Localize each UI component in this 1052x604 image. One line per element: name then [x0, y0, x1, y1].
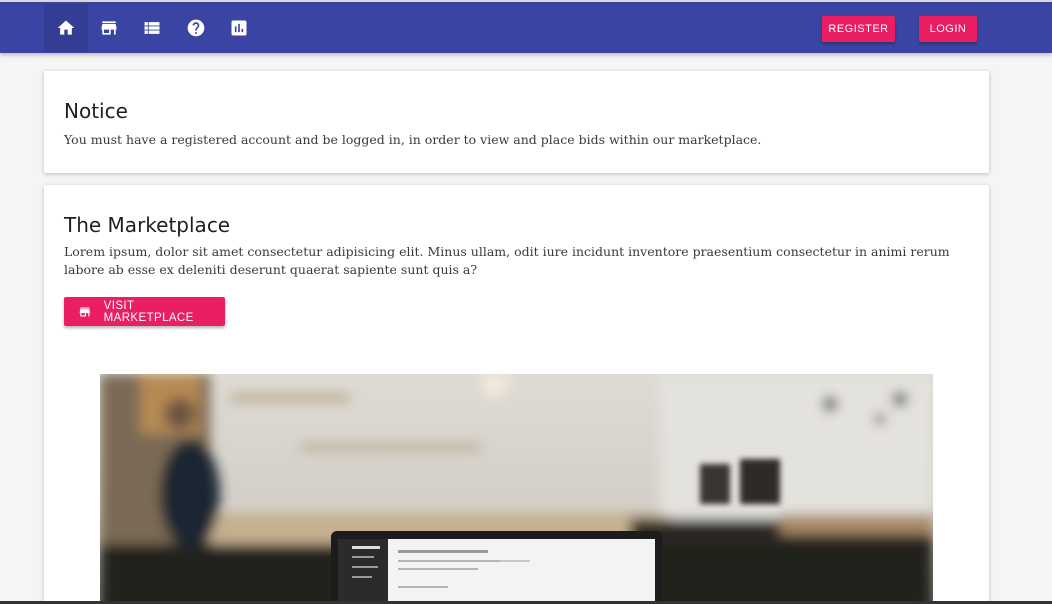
nav-marketplace[interactable] [87, 4, 131, 52]
notice-title: Notice [64, 99, 128, 123]
nav-home[interactable] [44, 4, 88, 52]
nav-stats[interactable] [217, 4, 261, 52]
nav-help[interactable] [174, 4, 218, 52]
register-button[interactable]: REGISTER [822, 16, 895, 42]
home-icon [57, 20, 75, 35]
cafe-laptop-photo [100, 374, 933, 604]
list-icon [144, 22, 160, 34]
help-icon [187, 19, 205, 37]
nav-list[interactable] [130, 4, 174, 52]
notice-text: You must have a registered account and b… [64, 132, 762, 147]
marketplace-text: Lorem ipsum, dolor sit amet consectetur … [64, 244, 950, 277]
chart-icon [231, 20, 247, 36]
visit-marketplace-button[interactable]: VISIT MARKETPLACE [64, 297, 225, 326]
store-icon [101, 21, 117, 35]
notice-card: Notice You must have a registered accoun… [44, 71, 989, 173]
login-button[interactable]: LOGIN [919, 16, 977, 42]
store-icon [79, 306, 90, 317]
hero-image [100, 374, 933, 604]
top-app-bar: REGISTER LOGIN [0, 0, 1052, 53]
marketplace-title: The Marketplace [64, 213, 231, 237]
visit-marketplace-label: VISIT MARKETPLACE [103, 299, 194, 324]
marketplace-card: The Marketplace Lorem ipsum, dolor sit a… [44, 185, 989, 604]
